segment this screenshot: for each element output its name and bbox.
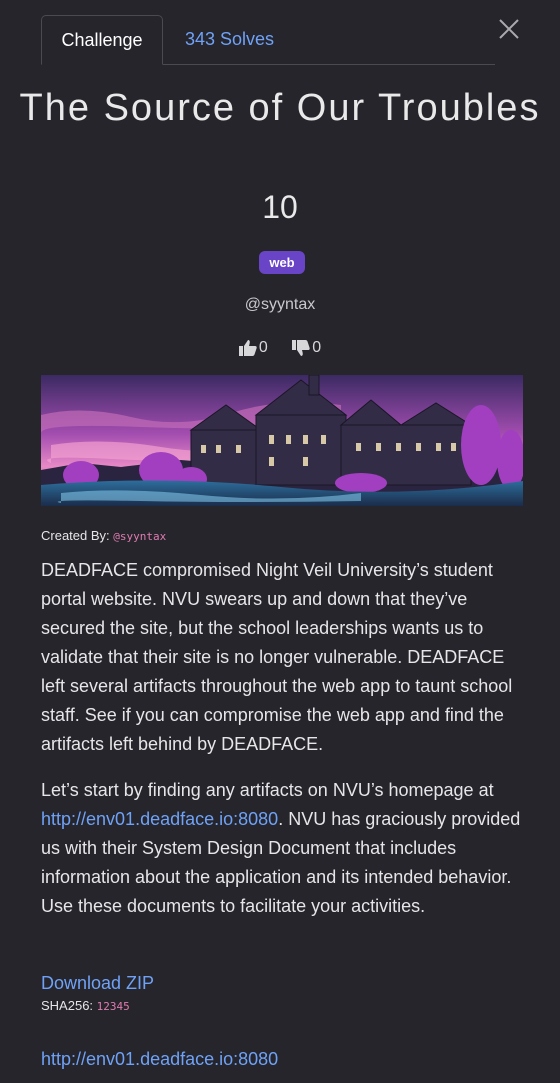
homepage-link[interactable]: http://env01.deadface.io:8080 (41, 809, 278, 829)
created-by-label: Created By: (41, 528, 110, 543)
close-button[interactable] (497, 17, 521, 41)
challenge-points: 10 (262, 189, 298, 225)
tab-solves[interactable]: 343 Solves (185, 15, 274, 64)
challenge-modal: Challenge 343 Solves The Source of Our T… (0, 0, 560, 1083)
downvote-button[interactable]: 0 (292, 339, 321, 357)
paragraph-2-text-start: Let’s start by finding any artifacts on … (41, 780, 494, 800)
challenge-title: The Source of Our Troubles (19, 87, 541, 129)
category-tag: web (259, 251, 305, 274)
tab-bar: Challenge 343 Solves (41, 15, 495, 65)
tab-challenge[interactable]: Challenge (41, 15, 163, 65)
vote-bar: 0 0 (0, 339, 560, 361)
close-icon (499, 19, 519, 39)
thumbs-up-icon (238, 340, 257, 356)
description-paragraph-2: Let’s start by finding any artifacts on … (41, 776, 531, 921)
download-section: Download ZIP (41, 970, 154, 996)
created-by-user: @syyntax (113, 530, 167, 543)
thumbs-down-icon (292, 340, 310, 356)
challenge-author: @syyntax (244, 296, 316, 313)
created-by: Created By: @syyntax (41, 528, 166, 543)
sha256-label: SHA256: (41, 998, 94, 1013)
description-paragraph-1: DEADFACE compromised Night Veil Universi… (41, 560, 513, 754)
connection-link[interactable]: http://env01.deadface.io:8080 (41, 1049, 278, 1069)
sha256-value: 12345 (96, 1000, 130, 1013)
sha256-line: SHA256: 12345 (41, 998, 130, 1013)
upvote-button[interactable]: 0 (238, 339, 268, 357)
challenge-banner-image (41, 375, 523, 506)
download-zip-link[interactable]: Download ZIP (41, 973, 154, 993)
connection-info: http://env01.deadface.io:8080 (41, 1046, 278, 1072)
downvote-count: 0 (312, 339, 322, 356)
upvote-count: 0 (258, 339, 268, 356)
